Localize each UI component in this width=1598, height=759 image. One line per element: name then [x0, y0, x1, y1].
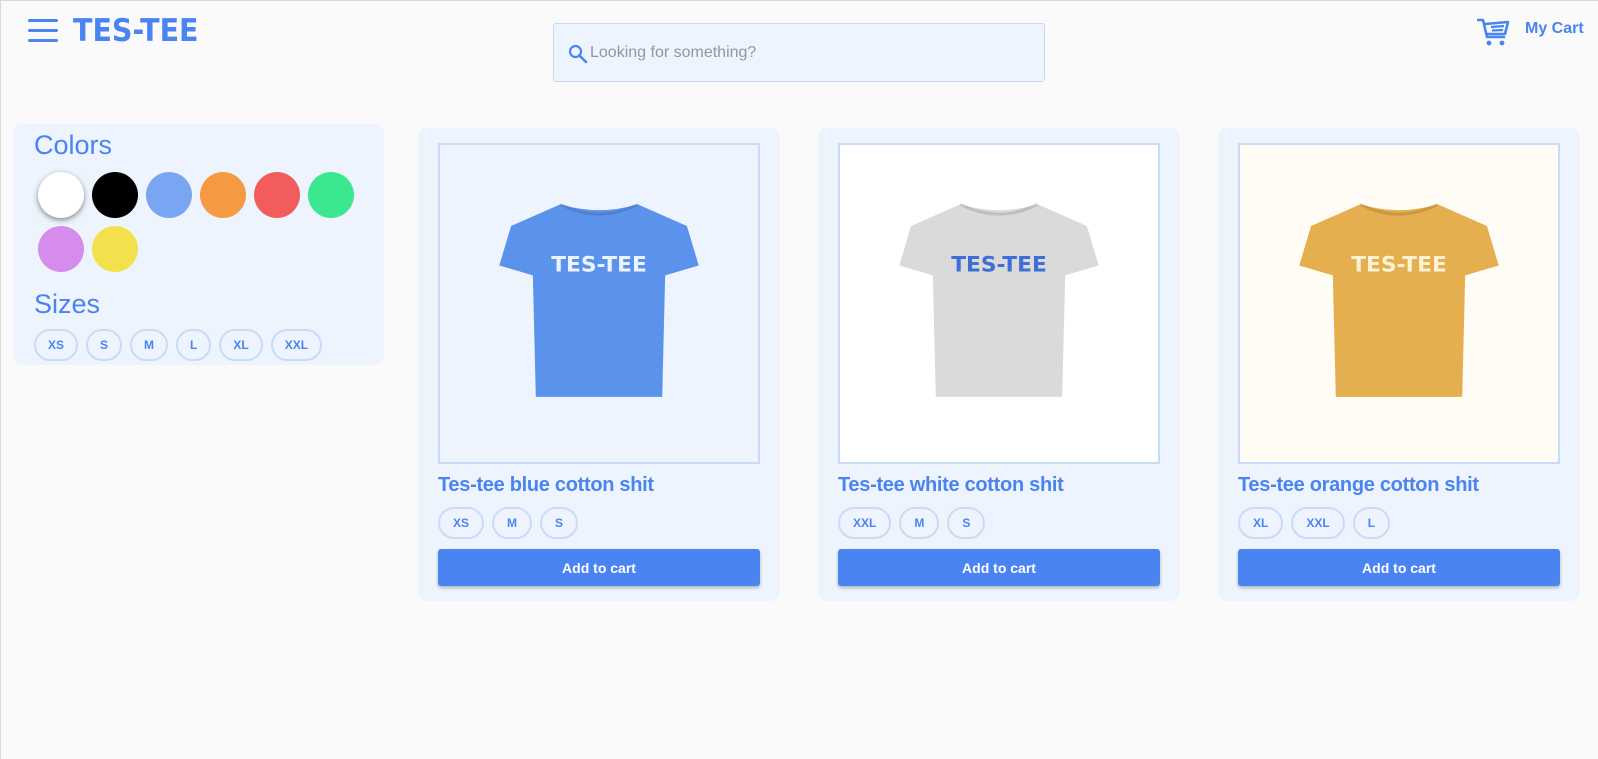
color-swatch-blue[interactable]: [146, 172, 192, 218]
product-title[interactable]: Tes-tee white cotton shit: [838, 474, 1064, 497]
size-option-xxl[interactable]: XXL: [838, 507, 892, 539]
color-swatch-purple[interactable]: [38, 226, 84, 272]
product-sizes: XXL M S: [838, 507, 986, 539]
size-option-s[interactable]: S: [947, 507, 986, 539]
sizes-heading: Sizes: [34, 289, 101, 319]
tshirt-image: TES-TEE: [1299, 202, 1499, 397]
size-option-xl[interactable]: XL: [1238, 507, 1284, 539]
search-input[interactable]: [590, 24, 1030, 81]
colors-heading: Colors: [34, 130, 113, 160]
product-sizes: XL XXL L: [1238, 507, 1391, 539]
color-swatch-yellow[interactable]: [92, 226, 138, 272]
size-option-xs[interactable]: XS: [438, 507, 485, 539]
svg-text:TES-TEE: TES-TEE: [1351, 252, 1447, 277]
search-bar[interactable]: [553, 23, 1045, 82]
size-option-l[interactable]: L: [1352, 507, 1391, 539]
color-swatch-white[interactable]: [38, 172, 84, 218]
add-to-cart-button[interactable]: Add to cart: [838, 549, 1160, 586]
product-card: TES-TEE Tes-tee orange cotton shit XL XXL L A…: [1218, 128, 1580, 601]
product-image[interactable]: TES-TEE: [838, 143, 1160, 464]
svg-text:TES-TEE: TES-TEE: [551, 252, 647, 277]
cart-label: My Cart: [1525, 20, 1584, 37]
product-title[interactable]: Tes-tee orange cotton shit: [1238, 474, 1479, 497]
product-sizes: XS M S: [438, 507, 579, 539]
color-swatch-green[interactable]: [308, 172, 354, 218]
size-filter-xl[interactable]: XL: [219, 329, 263, 361]
svg-text:TES-TEE: TES-TEE: [951, 252, 1047, 277]
size-filter-s[interactable]: S: [86, 329, 123, 361]
size-option-s[interactable]: S: [540, 507, 579, 539]
menu-icon[interactable]: [28, 19, 58, 45]
add-to-cart-button[interactable]: Add to cart: [1238, 549, 1560, 586]
product-title[interactable]: Tes-tee blue cotton shit: [438, 474, 654, 497]
color-swatch-black[interactable]: [92, 172, 138, 218]
color-swatch-red[interactable]: [254, 172, 300, 218]
color-swatch-orange[interactable]: [200, 172, 246, 218]
product-image[interactable]: TES-TEE: [1238, 143, 1560, 464]
add-to-cart-button[interactable]: Add to cart: [438, 549, 760, 586]
size-filter-xs[interactable]: XS: [34, 329, 79, 361]
cart-icon: [1477, 18, 1510, 46]
size-option-m[interactable]: M: [492, 507, 533, 539]
size-filter-l[interactable]: L: [176, 329, 212, 361]
logo[interactable]: TES-TEE: [73, 13, 199, 49]
tshirt-image: TES-TEE: [899, 202, 1099, 397]
size-filter-xxl[interactable]: XXL: [270, 329, 323, 361]
size-option-xxl[interactable]: XXL: [1291, 507, 1345, 539]
filter-panel: Colors Sizes XS S M L XL XXL: [13, 124, 384, 365]
size-option-m[interactable]: M: [899, 507, 940, 539]
size-filter-m[interactable]: M: [130, 329, 169, 361]
cart-button[interactable]: My Cart: [1477, 17, 1584, 47]
product-image[interactable]: TES-TEE: [438, 143, 760, 464]
tshirt-image: TES-TEE: [499, 202, 699, 397]
search-icon: [568, 44, 588, 64]
size-filter-list: XS S M L XL XXL: [34, 329, 323, 361]
product-card: TES-TEE Tes-tee blue cotton shit XS M S Add t…: [418, 128, 780, 601]
product-card: TES-TEE Tes-tee white cotton shit XXL M S Add…: [818, 128, 1180, 601]
